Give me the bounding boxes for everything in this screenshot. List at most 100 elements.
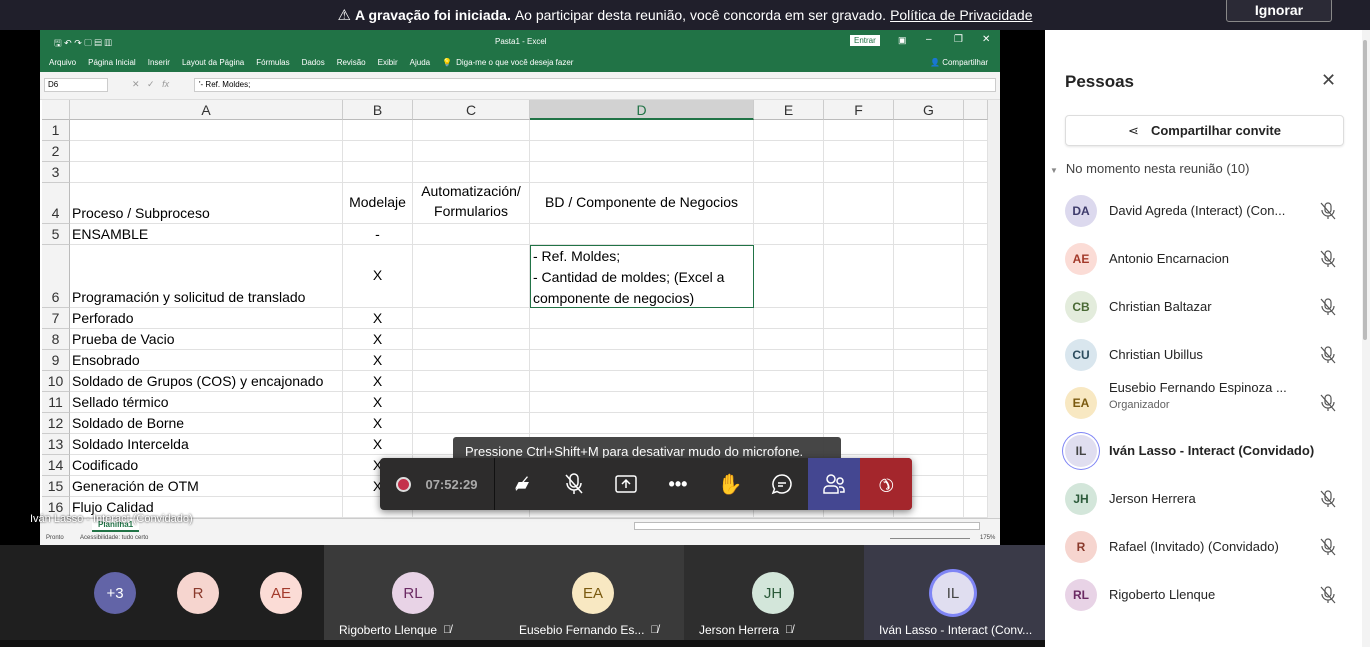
- cell-b[interactable]: -: [343, 224, 413, 245]
- fx-icon[interactable]: ✕ ✓ fx: [132, 79, 169, 90]
- cell-b[interactable]: [343, 141, 413, 162]
- empty-cell[interactable]: [824, 371, 894, 392]
- participant-item[interactable]: JH Jerson Herrera: [1045, 475, 1370, 523]
- cell-a[interactable]: Proceso / Subproceso: [70, 183, 343, 224]
- empty-cell[interactable]: [894, 183, 964, 224]
- cell-c[interactable]: [413, 371, 530, 392]
- more-options-button[interactable]: •••: [658, 458, 698, 510]
- empty-cell[interactable]: [964, 141, 988, 162]
- empty-cell[interactable]: [894, 329, 964, 350]
- cell-b[interactable]: [343, 120, 413, 141]
- empty-cell[interactable]: [754, 350, 824, 371]
- cell-c[interactable]: [413, 329, 530, 350]
- cell-d[interactable]: [530, 413, 754, 434]
- column-header-d[interactable]: D: [530, 100, 754, 120]
- camera-off-button[interactable]: ▰̸: [502, 458, 542, 510]
- empty-cell[interactable]: [964, 308, 988, 329]
- cell-b[interactable]: Modelaje: [343, 183, 413, 224]
- horizontal-scrollbar[interactable]: [634, 522, 980, 530]
- empty-cell[interactable]: [824, 413, 894, 434]
- cell-a[interactable]: Sellado térmico: [70, 392, 343, 413]
- empty-cell[interactable]: [754, 413, 824, 434]
- cell-c[interactable]: [413, 245, 530, 308]
- row-header[interactable]: 1: [42, 120, 70, 141]
- empty-cell[interactable]: [894, 245, 964, 308]
- cell-c[interactable]: [413, 224, 530, 245]
- cell-d[interactable]: [530, 371, 754, 392]
- empty-cell[interactable]: [824, 329, 894, 350]
- participant-item[interactable]: CB Christian Baltazar: [1045, 283, 1370, 331]
- empty-cell[interactable]: [824, 183, 894, 224]
- row-header[interactable]: 4: [42, 183, 70, 224]
- row-header[interactable]: 2: [42, 141, 70, 162]
- empty-cell[interactable]: [964, 329, 988, 350]
- cell-c[interactable]: [413, 413, 530, 434]
- column-header-e[interactable]: E: [754, 100, 824, 120]
- empty-cell[interactable]: [964, 392, 988, 413]
- people-button[interactable]: [808, 458, 860, 510]
- empty-cell[interactable]: [964, 183, 988, 224]
- empty-cell[interactable]: [964, 434, 988, 455]
- cell-a[interactable]: Perforado: [70, 308, 343, 329]
- row-header[interactable]: 13: [42, 434, 70, 455]
- cell-c[interactable]: [413, 141, 530, 162]
- cell-b[interactable]: [343, 162, 413, 183]
- row-header[interactable]: 3: [42, 162, 70, 183]
- cell-d[interactable]: [530, 350, 754, 371]
- share-link[interactable]: 👤 Compartilhar: [930, 58, 988, 67]
- cell-d[interactable]: BD / Componente de Negocios: [530, 183, 754, 224]
- minimize-icon[interactable]: –: [926, 34, 932, 45]
- cell-b[interactable]: X: [343, 434, 413, 455]
- tab-ajuda[interactable]: Ajuda: [410, 58, 430, 67]
- empty-cell[interactable]: [754, 141, 824, 162]
- column-header-c[interactable]: C: [413, 100, 530, 120]
- cell-b[interactable]: X: [343, 350, 413, 371]
- empty-cell[interactable]: [754, 183, 824, 224]
- row-header[interactable]: 5: [42, 224, 70, 245]
- empty-cell[interactable]: [964, 245, 988, 308]
- empty-cell[interactable]: [964, 497, 988, 518]
- empty-cell[interactable]: [754, 120, 824, 141]
- row-header[interactable]: 7: [42, 308, 70, 329]
- participant-item[interactable]: EA Eusebio Fernando Espinoza ... Organiz…: [1045, 379, 1370, 427]
- cell-c[interactable]: [413, 162, 530, 183]
- empty-cell[interactable]: [754, 329, 824, 350]
- cell-b[interactable]: X: [343, 329, 413, 350]
- tab-revisao[interactable]: Revisão: [337, 58, 366, 67]
- cell-a[interactable]: Soldado de Borne: [70, 413, 343, 434]
- empty-cell[interactable]: [754, 371, 824, 392]
- close-icon[interactable]: ✕: [982, 34, 990, 45]
- close-panel-icon[interactable]: ✕: [1321, 70, 1336, 91]
- participant-item[interactable]: RL Rigoberto Llenque: [1045, 571, 1370, 619]
- name-box[interactable]: D6: [44, 78, 108, 92]
- mic-muted-button[interactable]: [554, 458, 594, 510]
- cell-a[interactable]: Generación de OTM: [70, 476, 343, 497]
- empty-cell[interactable]: [964, 476, 988, 497]
- formula-input[interactable]: '- Ref. Moldes;: [194, 78, 996, 92]
- cell-c[interactable]: Automatización/ Formularios: [413, 183, 530, 224]
- row-header[interactable]: 15: [42, 476, 70, 497]
- raise-hand-button[interactable]: ✋: [710, 458, 750, 510]
- empty-cell[interactable]: [754, 308, 824, 329]
- participant-item[interactable]: AE Antonio Encarnacion: [1045, 235, 1370, 283]
- panel-scrollbar[interactable]: [1362, 30, 1370, 647]
- privacy-link[interactable]: Política de Privacidade: [890, 7, 1032, 23]
- accessibility-status[interactable]: Acessibilidade: tudo certo: [80, 535, 148, 541]
- tab-exibir[interactable]: Exibir: [378, 58, 398, 67]
- empty-cell[interactable]: [824, 308, 894, 329]
- ignore-button[interactable]: Ignorar: [1226, 0, 1332, 22]
- share-screen-button[interactable]: [606, 458, 646, 510]
- cell-b[interactable]: X: [343, 371, 413, 392]
- column-header-f[interactable]: F: [824, 100, 894, 120]
- cell-a[interactable]: Ensobrado: [70, 350, 343, 371]
- restore-icon[interactable]: ❐: [954, 34, 963, 45]
- cell-d[interactable]: [530, 162, 754, 183]
- participant-item[interactable]: R Rafael (Invitado) (Convidado): [1045, 523, 1370, 571]
- cell-a[interactable]: Soldado Intercelda: [70, 434, 343, 455]
- empty-cell[interactable]: [964, 162, 988, 183]
- empty-cell[interactable]: [894, 392, 964, 413]
- participant-item[interactable]: DA David Agreda (Interact) (Con...: [1045, 187, 1370, 235]
- column-header-b[interactable]: B: [343, 100, 413, 120]
- tab-pagina-inicial[interactable]: Página Inicial: [88, 58, 136, 67]
- empty-cell[interactable]: [824, 245, 894, 308]
